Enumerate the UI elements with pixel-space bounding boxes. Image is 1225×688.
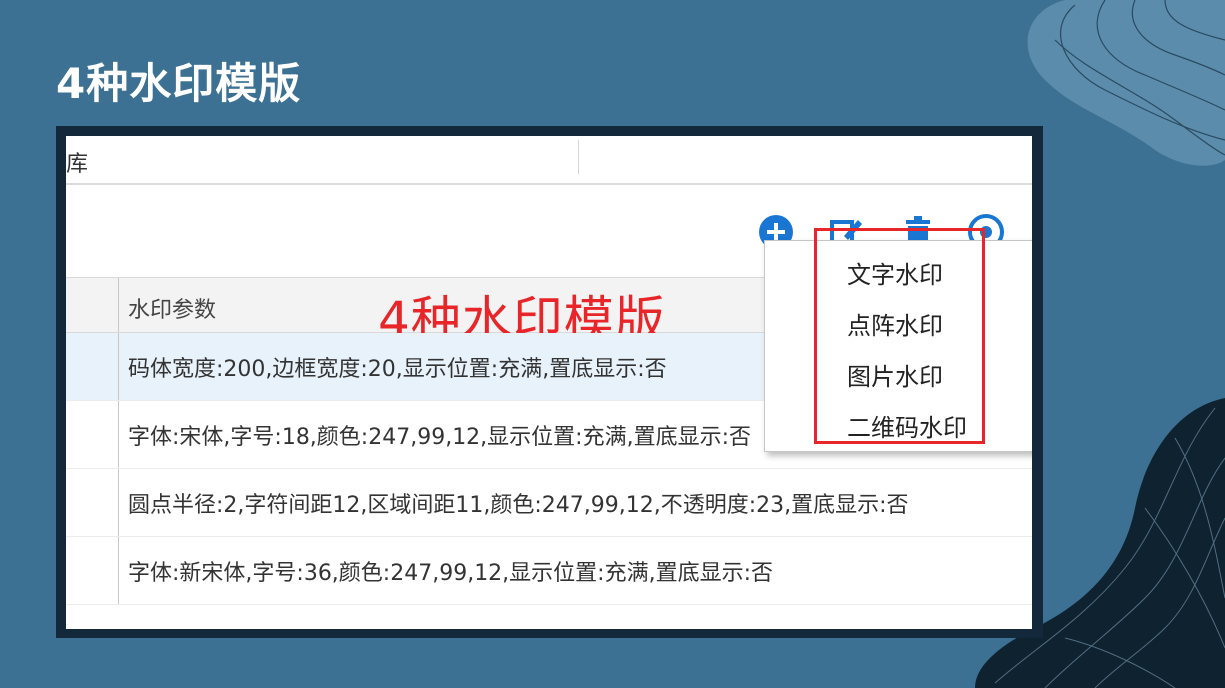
column-separator [118,333,119,400]
slide-title: 4种水印模版 [56,59,302,108]
add-watermark-menu: 文字水印 点阵水印 图片水印 二维码水印 [764,228,1032,452]
table-row[interactable]: 圆点半径:2,字符间距12,区域间距11,颜色:247,99,12,不透明度:2… [66,469,1032,537]
column-separator [118,469,119,536]
column-separator [118,278,119,332]
column-separator [118,401,119,468]
table-cell-params: 字体:新宋体,字号:36,颜色:247,99,12,显示位置:充满,置底显示:否 [128,561,773,586]
column-separator [118,537,119,604]
column-header-params[interactable]: 水印参数 [128,292,216,324]
table-cell-params: 码体宽度:200,边框宽度:20,显示位置:充满,置底显示:否 [128,357,667,382]
table-cell-params: 圆点半径:2,字符间距12,区域间距11,颜色:247,99,12,不透明度:2… [128,493,909,518]
highlight-box [814,228,985,444]
column-divider [578,140,579,174]
screenshot-frame: 库 水印参数 4种水印模版 码体宽度:200,边框宽度:20,显示位置:充满,置… [56,126,1043,638]
table-cell-params: 字体:宋体,字号:18,颜色:247,99,12,显示位置:充满,置底显示:否 [128,425,751,450]
top-tab-strip: 库 [66,136,1032,185]
table-row[interactable]: 字体:新宋体,字号:36,颜色:247,99,12,显示位置:充满,置底显示:否 [66,537,1032,605]
app-screenshot: 库 水印参数 4种水印模版 码体宽度:200,边框宽度:20,显示位置:充满,置… [66,136,1032,629]
top-tab-label: 库 [66,152,89,177]
